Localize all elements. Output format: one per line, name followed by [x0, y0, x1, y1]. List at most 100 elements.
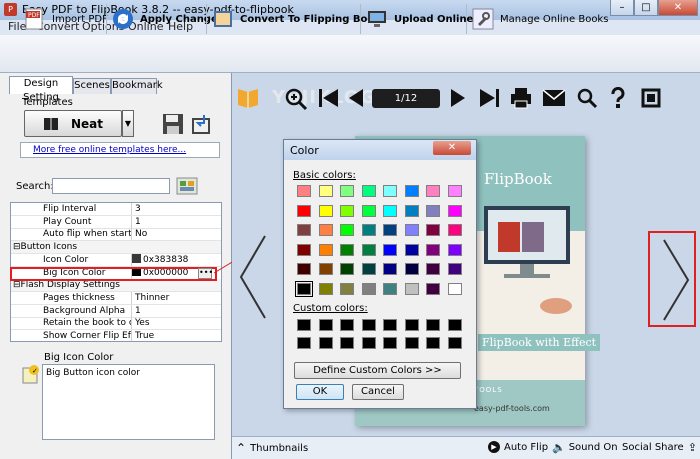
help-icon[interactable] — [610, 87, 626, 109]
custom-color-swatch[interactable] — [426, 337, 440, 349]
manage-online-books-button[interactable]: Manage Online Books — [472, 6, 608, 32]
basic-color-swatch[interactable] — [340, 185, 354, 197]
property-row[interactable]: Background Alpha 1 — [11, 304, 221, 318]
basic-color-swatch[interactable] — [318, 224, 333, 236]
basic-color-swatch[interactable] — [340, 282, 354, 295]
custom-color-swatch[interactable] — [383, 319, 397, 331]
property-group[interactable]: ⊟Button Icons — [11, 241, 221, 255]
basic-color-swatch[interactable] — [426, 263, 440, 275]
property-value[interactable]: 1 — [135, 216, 221, 228]
basic-color-swatch[interactable] — [297, 224, 311, 236]
custom-color-swatch[interactable] — [297, 319, 311, 331]
property-group[interactable]: ⊟Flash Display Settings — [11, 279, 221, 293]
basic-color-swatch[interactable] — [318, 185, 333, 197]
basic-color-swatch[interactable] — [447, 224, 462, 236]
basic-color-swatch[interactable] — [383, 185, 397, 197]
sound-button[interactable]: 🔈 Sound On — [552, 441, 618, 454]
auto-flip-button[interactable]: ▶ Auto Flip — [488, 441, 548, 453]
custom-color-swatch[interactable] — [318, 337, 333, 349]
property-row[interactable]: Play Count 1 — [11, 215, 221, 229]
import-template-icon[interactable] — [190, 113, 212, 135]
print-icon[interactable] — [510, 87, 532, 109]
minimize-button[interactable]: – — [610, 0, 634, 16]
custom-color-swatch[interactable] — [447, 337, 462, 349]
zoom-in-icon[interactable] — [284, 87, 308, 111]
basic-color-swatch[interactable] — [404, 263, 419, 275]
template-select[interactable]: Neat — [24, 110, 122, 137]
prev-page-arrow-icon[interactable] — [238, 234, 268, 320]
custom-color-swatch[interactable] — [383, 337, 397, 349]
basic-color-swatch[interactable] — [318, 243, 333, 256]
basic-color-swatch[interactable] — [383, 204, 397, 217]
basic-color-swatch[interactable] — [383, 243, 397, 256]
property-row[interactable]: Flip Interval 3 — [11, 203, 221, 216]
import-pdf-button[interactable]: PDF Import PDF — [24, 6, 108, 32]
property-row[interactable]: Retain the book to centerYes — [11, 317, 221, 331]
property-row[interactable]: Pages thickness Thinner — [11, 291, 221, 305]
first-page-icon[interactable] — [318, 88, 340, 108]
property-value[interactable]: 1 — [135, 305, 221, 317]
property-value[interactable]: Yes — [135, 317, 221, 329]
page-indicator[interactable]: 1/12 — [372, 89, 440, 108]
basic-color-swatch[interactable] — [297, 204, 311, 217]
fullscreen-icon[interactable] — [640, 87, 662, 109]
basic-color-swatch[interactable] — [404, 185, 419, 197]
custom-color-swatch[interactable] — [318, 319, 333, 331]
basic-color-swatch[interactable] — [297, 185, 311, 197]
basic-color-swatch[interactable] — [297, 243, 311, 256]
custom-color-swatch[interactable] — [340, 337, 354, 349]
next-page-icon[interactable] — [450, 88, 466, 108]
custom-color-swatch[interactable] — [361, 319, 376, 331]
more-templates-link[interactable]: More free online templates here... — [20, 142, 220, 158]
basic-color-swatch[interactable] — [404, 243, 419, 256]
search-icon[interactable] — [576, 87, 598, 109]
tab-bookmark[interactable]: Bookmark — [111, 78, 163, 94]
define-custom-colors-button[interactable]: Define Custom Colors >> — [294, 362, 461, 379]
search-input[interactable] — [52, 178, 170, 194]
basic-color-swatch[interactable] — [361, 224, 376, 236]
property-value[interactable]: 0x383838 — [132, 253, 218, 266]
upload-online-button[interactable]: Upload Online — [366, 6, 473, 32]
basic-color-swatch[interactable] — [426, 224, 440, 236]
property-value[interactable]: 3 — [135, 203, 221, 215]
thumbnails-button[interactable]: ⌃ Thumbnails — [236, 441, 308, 455]
color-dialog-close-button[interactable]: ✕ — [433, 141, 471, 155]
basic-color-swatch[interactable] — [404, 224, 419, 236]
basic-color-swatch[interactable] — [361, 282, 376, 295]
tab-scenes[interactable]: Scenes — [73, 78, 111, 94]
basic-color-swatch[interactable] — [383, 224, 397, 236]
property-row[interactable]: Show Corner Flip EffectTrue — [11, 330, 221, 341]
basic-color-swatch[interactable] — [447, 263, 462, 275]
color-picker-button[interactable]: ••• — [198, 268, 213, 279]
custom-color-swatch[interactable] — [340, 319, 354, 331]
save-icon[interactable] — [162, 113, 184, 135]
next-page-arrow-icon[interactable] — [662, 238, 690, 322]
basic-color-swatch[interactable] — [404, 282, 419, 295]
tab-design-setting[interactable]: Design Setting — [9, 76, 73, 103]
basic-color-swatch[interactable] — [361, 243, 376, 256]
property-value[interactable]: No — [135, 228, 221, 240]
basic-color-swatch[interactable] — [426, 243, 440, 256]
basic-color-swatch[interactable] — [361, 204, 376, 217]
custom-color-swatch[interactable] — [426, 319, 440, 331]
email-icon[interactable] — [542, 89, 566, 107]
ok-button[interactable]: OK — [296, 384, 344, 400]
basic-color-swatch[interactable] — [426, 185, 440, 197]
basic-color-swatch[interactable] — [361, 263, 376, 275]
basic-color-swatch[interactable] — [318, 282, 333, 295]
basic-color-swatch[interactable] — [383, 282, 397, 295]
basic-color-swatch[interactable] — [297, 263, 311, 275]
property-value[interactable]: True — [135, 330, 221, 341]
previous-page-icon[interactable] — [348, 88, 364, 108]
custom-color-swatch[interactable] — [361, 337, 376, 349]
custom-color-swatch[interactable] — [404, 319, 419, 331]
close-button[interactable]: ✕ — [658, 0, 698, 16]
custom-color-swatch[interactable] — [297, 337, 311, 349]
basic-color-swatch[interactable] — [426, 282, 440, 295]
basic-color-swatch[interactable] — [361, 185, 376, 197]
property-row[interactable]: Auto flip when start upNo — [11, 228, 221, 242]
maximize-button[interactable]: □ — [634, 0, 658, 16]
basic-color-swatch[interactable] — [447, 185, 462, 197]
apply-change-button[interactable]: Apply Change — [112, 6, 218, 32]
basic-color-swatch[interactable] — [318, 204, 333, 217]
